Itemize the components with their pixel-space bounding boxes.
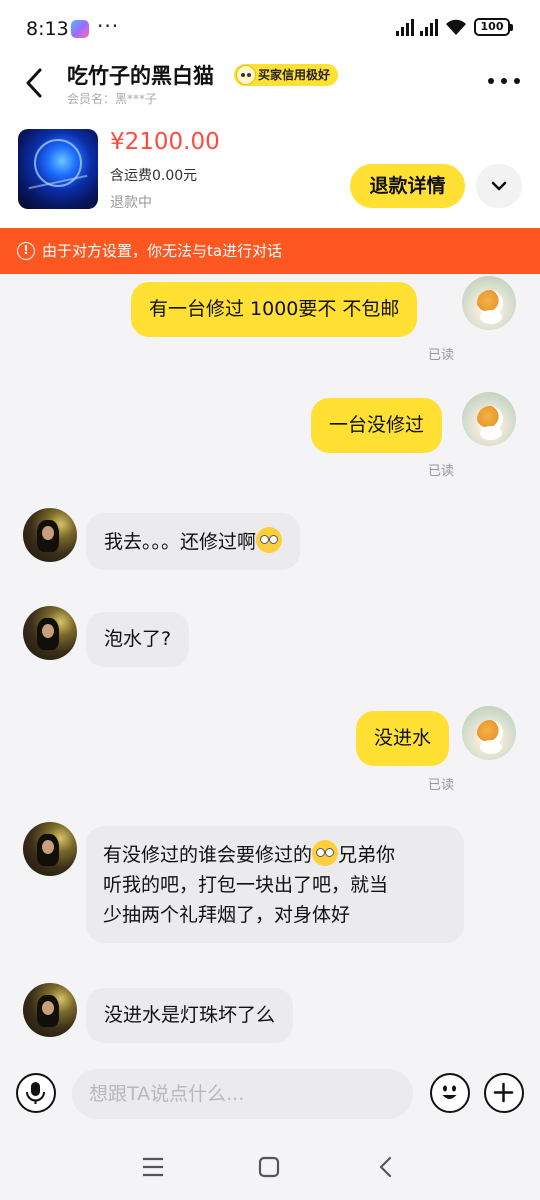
contact-avatar[interactable] (23, 983, 77, 1037)
contact-avatar[interactable] (23, 508, 77, 562)
message-text-line2: 听我的吧，打包一块出了吧，就当 (103, 874, 389, 896)
battery-icon: 100 (474, 18, 513, 36)
plus-icon (493, 1082, 514, 1103)
warning-text: 由于对方设置，你无法与ta进行对话 (42, 242, 283, 260)
message-bubble-incoming[interactable]: 有没修过的谁会要修过的 兄弟你 听我的吧，打包一块出了吧，就当 少抽两个礼拜烟了，… (86, 826, 464, 943)
menu-icon[interactable] (140, 1156, 166, 1178)
signal-icon-2 (420, 18, 438, 36)
message-bubble-incoming[interactable]: 没进水是灯珠坏了么 (86, 988, 294, 1043)
refund-details-button[interactable]: 退款详情 (350, 164, 465, 208)
message-bubble-incoming[interactable]: 我去。。。还修过啊 (86, 513, 301, 570)
home-icon[interactable] (257, 1155, 281, 1179)
system-nav-bar (0, 1134, 540, 1200)
back-icon[interactable] (20, 66, 50, 100)
message-bubble-outgoing[interactable]: 一台没修过 (311, 398, 443, 453)
message-bubble-incoming[interactable]: 泡水了? (86, 612, 190, 667)
chevron-down-icon (491, 181, 507, 191)
wifi-icon (446, 19, 466, 35)
input-bar (0, 1056, 540, 1134)
status-bar: 8:13 ··· 100 (0, 0, 540, 58)
emoji-button[interactable] (430, 1073, 470, 1113)
expand-button[interactable] (476, 164, 522, 208)
microphone-icon (26, 1082, 45, 1104)
message-text-line1b: 兄弟你 (338, 844, 396, 866)
product-price: ¥2100.00 (110, 129, 220, 155)
warning-banner: ! 由于对方设置，你无法与ta进行对话 (0, 228, 540, 274)
contact-avatar[interactable] (23, 822, 77, 876)
message-text-line1: 有没修过的谁会要修过的 (103, 844, 313, 866)
my-avatar[interactable] (462, 276, 516, 330)
status-more-dots: ··· (97, 14, 120, 38)
product-image[interactable] (18, 129, 98, 209)
shipping-fee: 含运费0.00元 (110, 168, 198, 184)
page-title[interactable]: 吃竹子的黑白猫 (67, 60, 214, 90)
chat-header: 吃竹子的黑白猫 买家信用极好 会员名：黑***子 (0, 58, 540, 112)
credit-badge: 买家信用极好 (234, 64, 339, 86)
back-nav-icon[interactable] (376, 1155, 396, 1179)
laughing-crying-emoji-icon (312, 840, 339, 866)
add-button[interactable] (484, 1073, 524, 1113)
contact-avatar[interactable] (23, 606, 77, 660)
flushed-emoji-icon (256, 527, 283, 553)
message-bubble-outgoing[interactable]: 有一台修过 1000要不 不包邮 (131, 282, 418, 337)
read-status: 已读 (428, 464, 455, 479)
message-text-line3: 少抽两个礼拜烟了，对身体好 (103, 904, 351, 926)
more-icon[interactable] (488, 76, 520, 86)
order-status: 退款中 (110, 195, 152, 211)
my-avatar[interactable] (462, 392, 516, 446)
credit-badge-label: 买家信用极好 (258, 68, 331, 82)
message-bubble-outgoing[interactable]: 没进水 (356, 711, 450, 766)
read-status: 已读 (428, 348, 455, 363)
app-notification-icon (71, 20, 89, 38)
my-avatar[interactable] (462, 706, 516, 760)
status-indicators: 100 (396, 18, 513, 36)
signal-icon (396, 18, 414, 36)
voice-button[interactable] (16, 1073, 56, 1113)
status-time: 8:13 (26, 18, 69, 40)
read-status: 已读 (428, 778, 455, 793)
warning-icon: ! (17, 242, 35, 260)
emoji-icon (442, 1085, 457, 1099)
product-card[interactable]: ¥2100.00 含运费0.00元 退款中 退款详情 (0, 112, 540, 228)
credit-face-icon (236, 65, 256, 85)
member-name: 会员名：黑***子 (67, 92, 158, 106)
message-text: 我去。。。还修过啊 (104, 531, 257, 553)
message-input[interactable] (72, 1069, 413, 1119)
